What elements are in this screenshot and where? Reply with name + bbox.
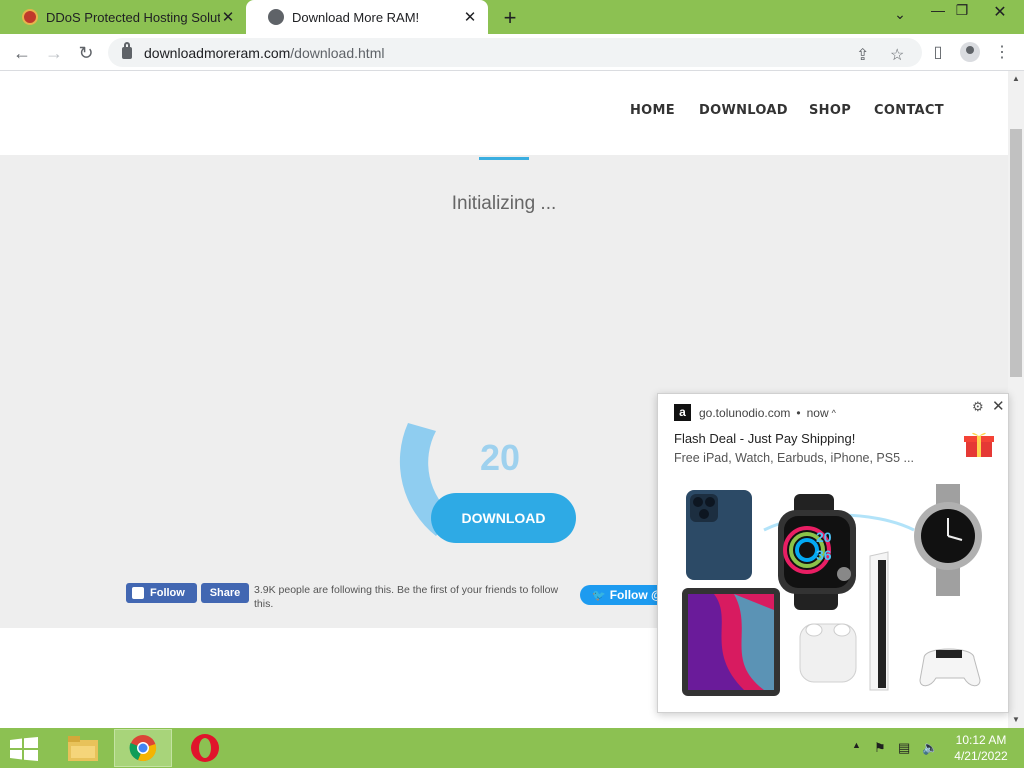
twitter-follow-label: Follow @: [609, 588, 663, 602]
close-window-button[interactable]: ✕: [980, 2, 1020, 22]
accent-divider: [479, 157, 529, 160]
download-button[interactable]: DOWNLOAD: [431, 493, 576, 543]
share-icon[interactable]: ⇪: [856, 45, 869, 65]
back-button[interactable]: ←: [10, 41, 34, 65]
watch-digit-hours: 20: [816, 529, 832, 545]
system-clock[interactable]: 10:12 AM 4/21/2022: [948, 732, 1014, 764]
bookmark-star-icon[interactable]: ☆: [890, 45, 904, 65]
facebook-share-button[interactable]: Share: [201, 583, 249, 603]
browser-toolbar: ← → ↻ downloadmoreram.com/download.html …: [0, 34, 1024, 71]
tab-search-chevron-icon[interactable]: ⌄: [880, 6, 920, 23]
tab-download-more-ram[interactable]: Download More RAM! ✕: [246, 0, 488, 34]
product-collage-image: 20 36: [674, 480, 996, 702]
side-panel-icon[interactable]: ▯: [928, 42, 948, 62]
notification-site-icon: a: [674, 404, 691, 421]
folder-icon: [68, 736, 98, 761]
status-text: Initializing ...: [451, 193, 557, 214]
volume-muted-icon[interactable]: 🔈: [922, 740, 938, 756]
thumbs-up-icon: [132, 587, 144, 599]
network-icon[interactable]: ▤: [898, 740, 910, 756]
url-path: /download.html: [290, 44, 385, 61]
clock-time: 10:12 AM: [955, 733, 1007, 747]
profile-avatar[interactable]: [960, 42, 980, 62]
site-favicon-icon: [22, 9, 38, 25]
opera-icon: [191, 734, 219, 762]
push-notification[interactable]: a go.tolunodio.com • now ^ ⚙ ✕ Flash Dea…: [657, 393, 1009, 713]
chrome-taskbar-button[interactable]: [114, 729, 172, 767]
reload-button[interactable]: ↻: [74, 41, 98, 65]
close-tab-icon[interactable]: ✕: [220, 8, 236, 26]
notification-separator: •: [796, 405, 801, 420]
url-host: downloadmoreram.com: [144, 44, 291, 61]
new-tab-button[interactable]: +: [498, 5, 522, 31]
menu-kebab-icon[interactable]: ⋮: [992, 42, 1012, 62]
nav-home[interactable]: HOME: [630, 103, 675, 118]
notification-header: a go.tolunodio.com • now ^: [674, 404, 836, 421]
tab-strip: DDoS Protected Hosting Solutio ✕ Downloa…: [0, 0, 1024, 34]
gear-icon[interactable]: ⚙: [972, 399, 984, 415]
notification-time: now: [806, 405, 829, 420]
chevron-up-icon[interactable]: ^: [832, 408, 836, 418]
globe-icon: [268, 9, 284, 25]
close-icon[interactable]: ✕: [992, 397, 1005, 415]
taskbar: ▲ ⚑ ▤ 🔈 10:12 AM 4/21/2022: [0, 728, 1024, 768]
tab-ddos-hosting[interactable]: DDoS Protected Hosting Solutio ✕: [0, 0, 246, 34]
scroll-down-arrow-icon[interactable]: ▼: [1008, 712, 1024, 728]
address-bar[interactable]: downloadmoreram.com/download.html ⇪ ☆: [108, 38, 922, 67]
scroll-up-arrow-icon[interactable]: ▲: [1008, 71, 1024, 87]
restore-button[interactable]: ❐: [942, 2, 982, 19]
scroll-thumb[interactable]: [1010, 129, 1022, 377]
facebook-follow-label: Follow: [150, 587, 185, 599]
lock-icon[interactable]: [122, 41, 132, 59]
tab-title: DDoS Protected Hosting Solutio: [46, 9, 220, 25]
notification-site: go.tolunodio.com: [699, 405, 791, 420]
nav-shop[interactable]: SHOP: [809, 103, 851, 118]
file-explorer-taskbar-button[interactable]: [54, 729, 112, 767]
twitter-bird-icon: 🐦: [592, 589, 606, 602]
forward-button[interactable]: →: [42, 41, 66, 65]
page-scrollbar[interactable]: ▲ ▼: [1008, 71, 1024, 728]
tab-title: Download More RAM!: [292, 9, 420, 25]
opera-taskbar-button[interactable]: [176, 729, 234, 767]
notification-body: Free iPad, Watch, Earbuds, iPhone, PS5 .…: [674, 451, 914, 465]
action-center-flag-icon[interactable]: ⚑: [874, 740, 886, 756]
facebook-follow-text: 3.9K people are following this. Be the f…: [254, 584, 559, 610]
chrome-icon: [129, 735, 157, 762]
gift-icon: [964, 432, 994, 457]
nav-download[interactable]: DOWNLOAD: [699, 103, 788, 118]
watch-digit-minutes: 36: [816, 547, 832, 563]
nav-contact[interactable]: CONTACT: [874, 103, 944, 118]
close-tab-icon[interactable]: ✕: [462, 8, 478, 26]
progress-counter: 20: [480, 437, 521, 478]
facebook-follow-button[interactable]: Follow: [126, 583, 197, 603]
notification-title: Flash Deal - Just Pay Shipping!: [674, 431, 856, 446]
windows-start-icon[interactable]: [10, 737, 38, 761]
tray-expand-icon[interactable]: ▲: [852, 740, 861, 750]
site-header: HOME DOWNLOAD SHOP CONTACT: [0, 71, 1008, 155]
clock-date: 4/21/2022: [954, 749, 1008, 763]
